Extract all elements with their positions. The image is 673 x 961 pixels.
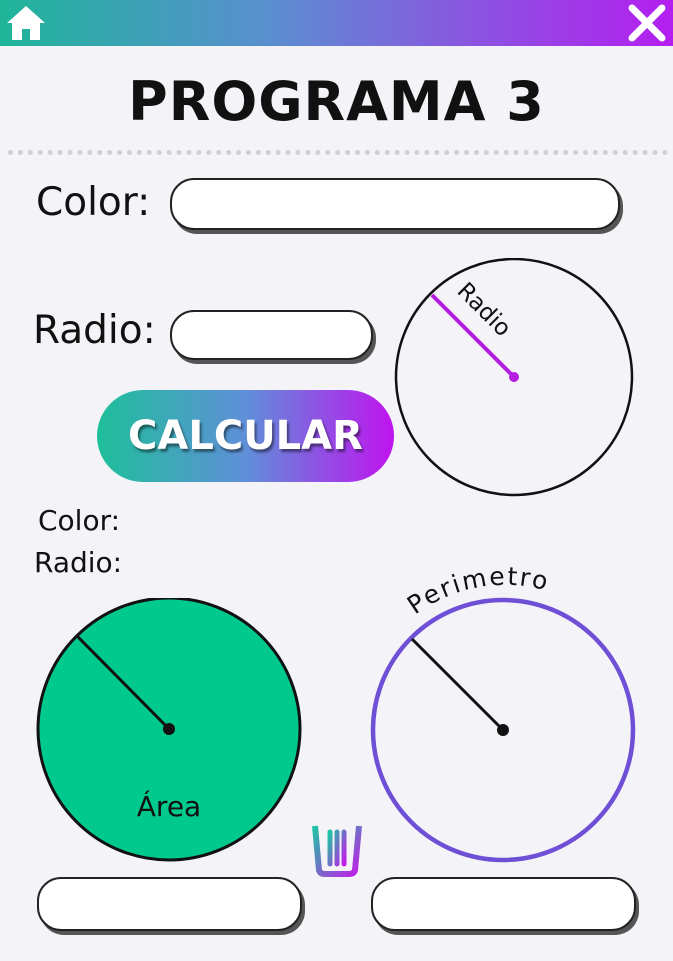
page-title: PROGRAMA 3 [128, 70, 545, 133]
result-color-label: Color: [38, 504, 121, 537]
radio-label: Radio: [33, 308, 156, 353]
area-diagram: Área [36, 598, 302, 862]
color-input[interactable] [170, 178, 620, 230]
radius-diagram: Radio [394, 258, 634, 497]
area-center-dot [163, 723, 175, 735]
perimeter-diagram: Perimetro [370, 565, 636, 863]
dotted-divider [8, 150, 668, 155]
perimeter-center-dot [497, 724, 509, 736]
top-bar [0, 0, 673, 46]
calculate-button[interactable]: CALCULAR [97, 390, 394, 482]
color-label: Color: [36, 180, 151, 225]
close-icon [628, 4, 666, 42]
clear-button[interactable] [303, 806, 371, 878]
result-radio-label: Radio: [34, 546, 123, 579]
radius-center-dot [509, 372, 519, 382]
area-label: Área [137, 789, 201, 823]
close-button[interactable] [626, 3, 668, 43]
perimeter-output[interactable] [371, 877, 636, 931]
home-button[interactable] [4, 3, 48, 43]
trash-icon [306, 809, 368, 877]
area-output[interactable] [37, 877, 302, 931]
radio-input[interactable] [170, 310, 373, 360]
home-icon [7, 6, 45, 40]
